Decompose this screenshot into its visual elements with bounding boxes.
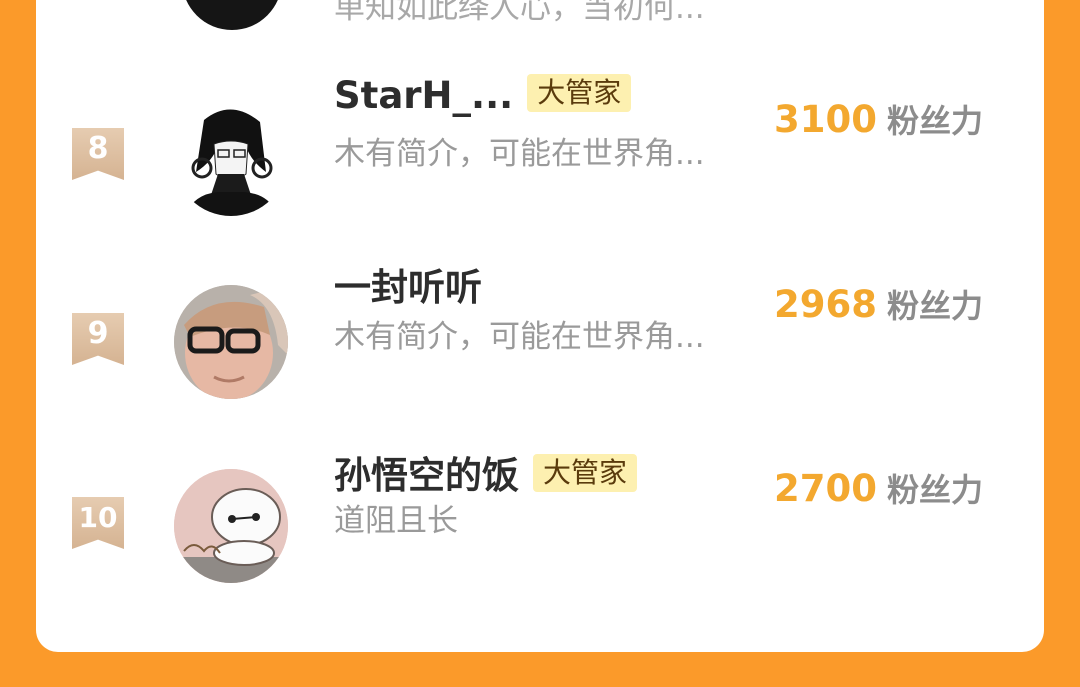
rank-badge: 8 xyxy=(72,128,124,180)
bio-text: 木有简介，可能在世界角... xyxy=(334,136,705,172)
role-tag: 大管家 xyxy=(527,74,632,112)
avatar[interactable] xyxy=(182,0,282,30)
list-item[interactable]: 8 StarH_... 大管家 木有简介，可能在世界角... 3100 粉丝力 xyxy=(36,74,1044,226)
ranking-card: 单知如此绎人心，当初何... 8 StarH_... 大管家 木有简介，可能在世界… xyxy=(36,0,1044,652)
username[interactable]: StarH_... 大管家 xyxy=(334,74,632,117)
avatar[interactable] xyxy=(174,285,288,399)
list-item[interactable]: 9 一封听听 木有简介，可能在世界角... 2968 粉丝力 xyxy=(36,266,1044,411)
fan-power-value: 3100 xyxy=(774,98,877,141)
fan-power-unit: 粉丝力 xyxy=(886,102,983,140)
fan-power: 2700 粉丝力 xyxy=(774,465,983,511)
username-text: 一封听听 xyxy=(334,266,482,309)
avatar[interactable] xyxy=(174,469,288,583)
fan-power-value: 2968 xyxy=(774,283,877,326)
rank-badge: 9 xyxy=(72,313,124,365)
avatar[interactable] xyxy=(174,102,288,216)
fan-power-unit: 粉丝力 xyxy=(886,287,983,325)
list-item-partial[interactable]: 单知如此绎人心，当初何... xyxy=(36,0,1044,30)
fan-power: 2968 粉丝力 xyxy=(774,281,983,327)
rank-badge: 10 xyxy=(72,497,124,549)
bio-text: 道阻且长 xyxy=(334,503,458,539)
username[interactable]: 孙悟空的饭 大管家 xyxy=(334,445,638,499)
username[interactable]: 一封听听 xyxy=(334,257,482,311)
username-text: StarH_... xyxy=(334,74,514,117)
fan-power: 3100 粉丝力 xyxy=(774,96,983,142)
role-tag: 大管家 xyxy=(533,454,638,492)
bio-text: 木有简介，可能在世界角... xyxy=(334,319,705,355)
list-item[interactable]: 10 孙悟空的饭 大管家 道阻且长 2700 粉丝力 xyxy=(36,454,1044,595)
fan-power-unit: 粉丝力 xyxy=(886,471,983,509)
bio-text: 单知如此绎人心，当初何... xyxy=(334,0,705,26)
fan-power-value: 2700 xyxy=(774,467,877,510)
username-text: 孙悟空的饭 xyxy=(334,454,519,497)
